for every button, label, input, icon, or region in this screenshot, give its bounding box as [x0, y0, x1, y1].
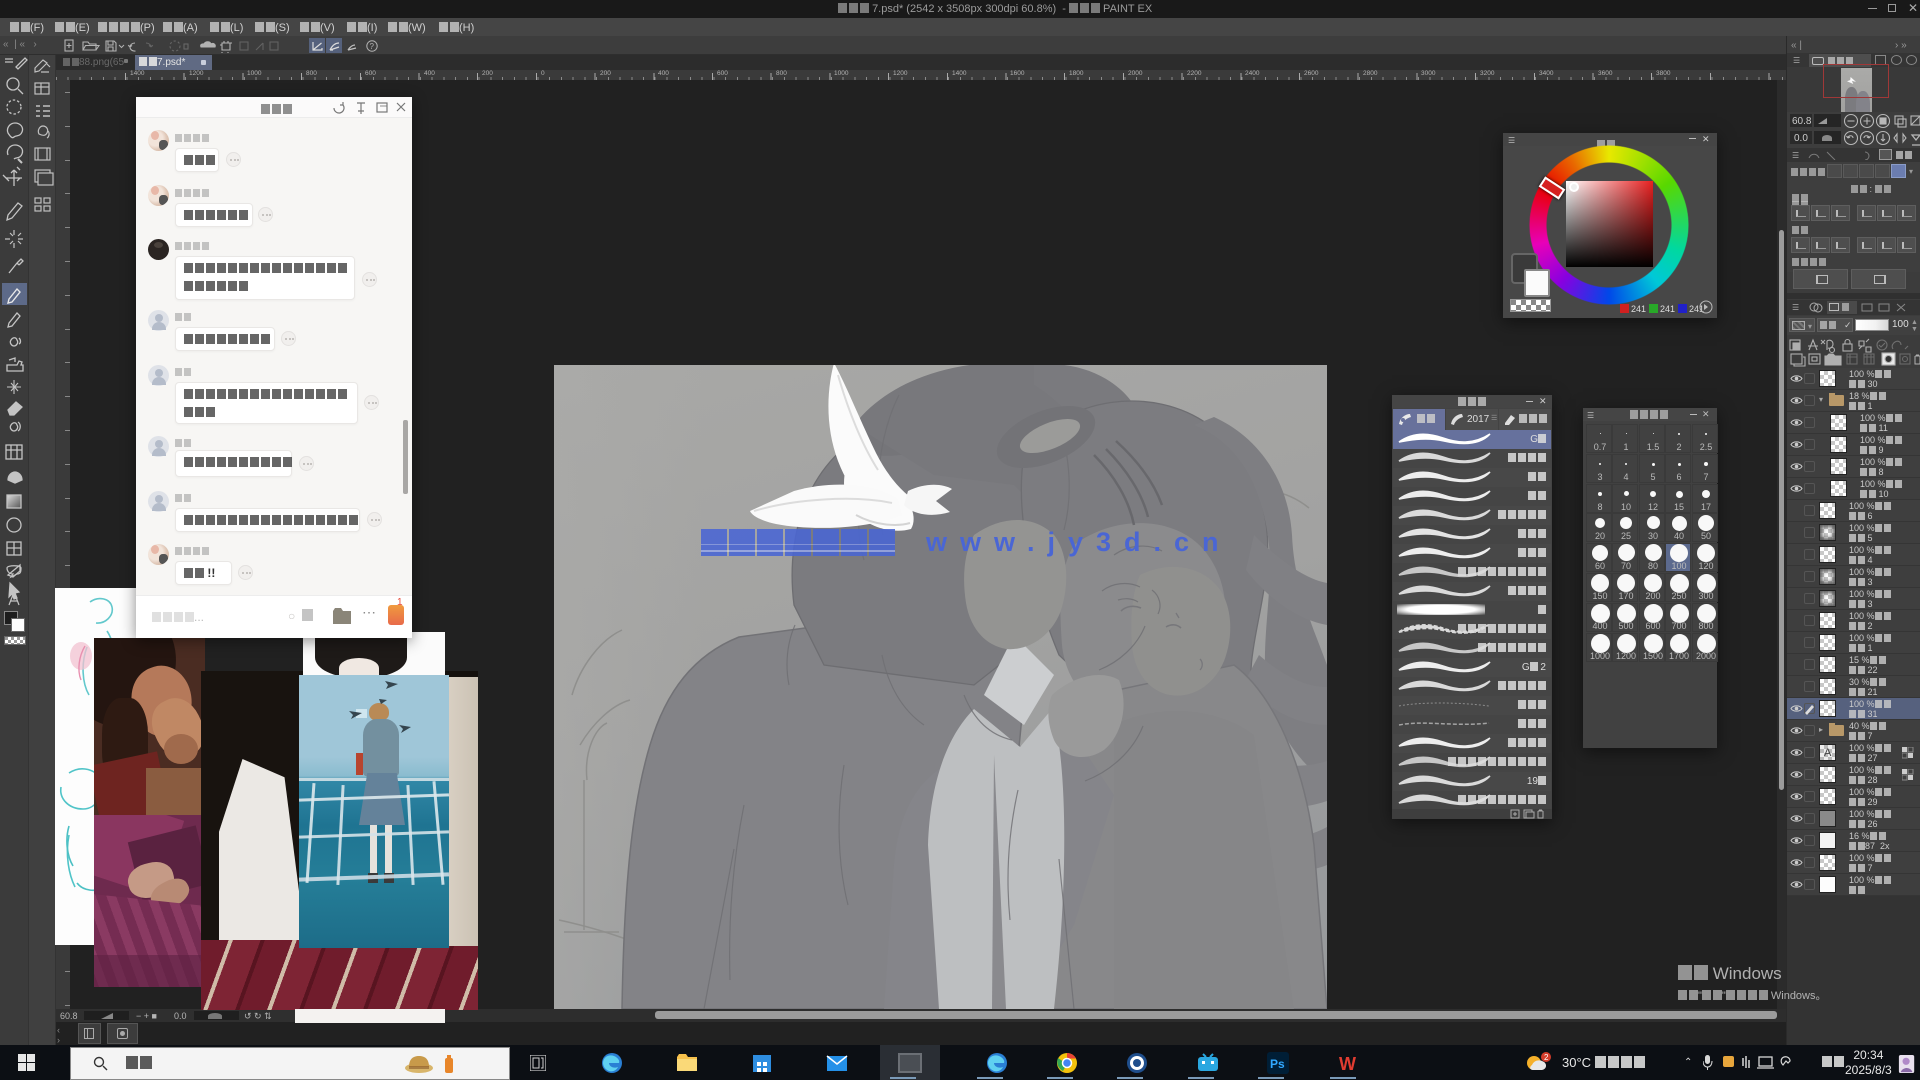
svg-text:W: W	[1339, 1054, 1356, 1074]
svg-text:?: ?	[370, 42, 375, 51]
svg-text:Ps: Ps	[1270, 1057, 1285, 1071]
svg-text:2: 2	[1544, 1053, 1549, 1062]
